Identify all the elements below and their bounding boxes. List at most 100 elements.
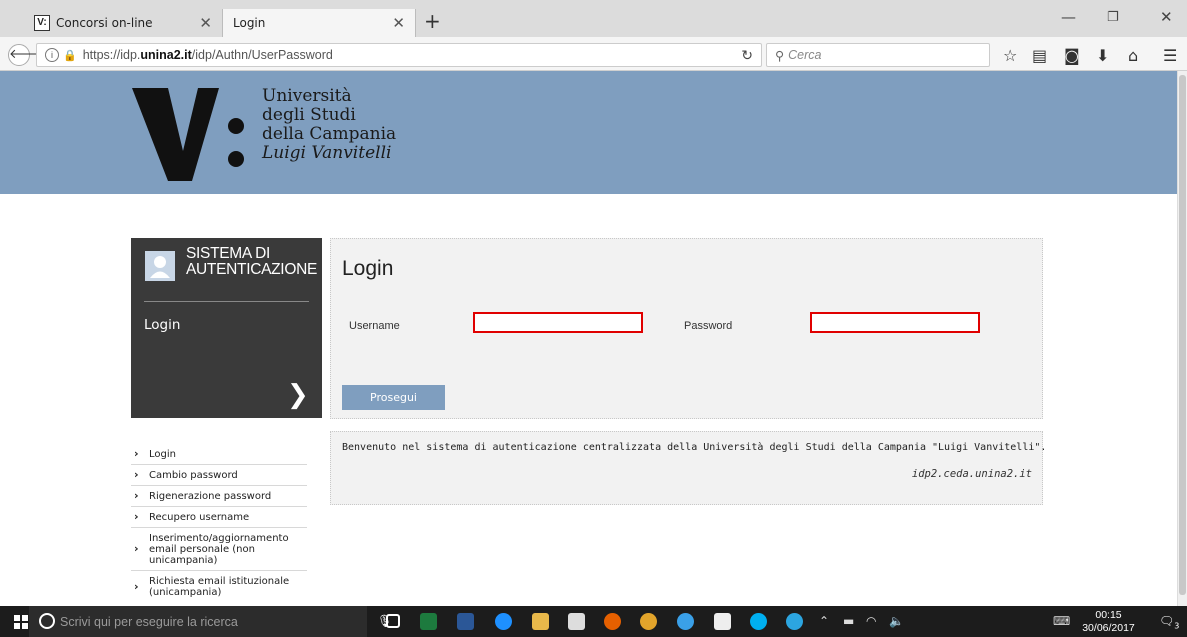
university-header: Università degli Studi della Campania Lu… bbox=[0, 71, 1177, 194]
chrome-icon[interactable] bbox=[640, 613, 657, 630]
logo-line: della Campania bbox=[262, 124, 397, 144]
restore-icon[interactable]: ❐ bbox=[1107, 10, 1119, 25]
chevron-right-icon: › bbox=[134, 579, 139, 593]
user-icon bbox=[145, 251, 175, 281]
address-bar[interactable]: i 🔒 https://idp. unina2.it/idp/Authn/User… bbox=[36, 43, 762, 67]
url-path: /idp/Authn/UserPassword bbox=[191, 48, 333, 62]
university-name: Università degli Studi della Campania Lu… bbox=[262, 87, 396, 163]
notification-center-icon[interactable]: 🗨3 bbox=[1159, 614, 1179, 630]
notification-count: 3 bbox=[1174, 621, 1180, 631]
logo-line: Luigi Vanvitelli bbox=[262, 143, 392, 163]
menu-icon[interactable]: ☰ bbox=[1163, 46, 1177, 65]
menu-label: Inserimento/aggiornamento email personal… bbox=[149, 533, 289, 566]
url-prefix: https://idp. bbox=[82, 48, 141, 62]
sidebar-item-login[interactable]: › Login bbox=[131, 444, 307, 465]
password-label: Password bbox=[684, 320, 733, 332]
home-icon[interactable]: ⌂ bbox=[1128, 46, 1138, 65]
clock-date: 30/06/2017 bbox=[1082, 622, 1135, 634]
bookmark-star-icon[interactable]: ☆ bbox=[1003, 46, 1017, 65]
mail-icon[interactable] bbox=[714, 613, 731, 630]
close-tab-icon[interactable]: ✕ bbox=[392, 14, 405, 32]
task-view-icon[interactable] bbox=[386, 614, 400, 628]
system-clock[interactable]: 00:15 30/06/2017 bbox=[1081, 609, 1136, 635]
username-label: Username bbox=[349, 320, 400, 332]
lock-icon: 🔒 bbox=[63, 49, 77, 62]
internet-explorer-icon[interactable] bbox=[677, 613, 694, 630]
menu-label: Rigenerazione password bbox=[149, 491, 272, 502]
university-logo-icon bbox=[132, 88, 244, 181]
skype-icon[interactable] bbox=[750, 613, 767, 630]
download-icon[interactable]: ⬇ bbox=[1096, 46, 1109, 65]
menu-label: Cambio password bbox=[149, 470, 238, 481]
chevron-right-icon[interactable]: ❯ bbox=[287, 380, 309, 410]
search-placeholder: Cerca bbox=[788, 48, 822, 62]
tab-label: Login bbox=[233, 16, 266, 30]
password-input[interactable] bbox=[810, 312, 980, 333]
telegram-icon[interactable] bbox=[786, 613, 803, 630]
chevron-right-icon: › bbox=[134, 541, 139, 555]
chevron-up-icon[interactable]: ⌃ bbox=[819, 614, 829, 628]
file-explorer-icon[interactable] bbox=[532, 613, 549, 630]
minimize-icon[interactable]: — bbox=[1061, 8, 1076, 26]
welcome-box: Benvenuto nel sistema di autenticazione … bbox=[330, 431, 1046, 505]
login-title: Login bbox=[342, 257, 394, 280]
menu-label: Richiesta email istituzionale (unicampan… bbox=[149, 576, 290, 598]
menu-label: Recupero username bbox=[149, 512, 250, 523]
tab-concorsi[interactable]: V: Concorsi on-line ✕ bbox=[26, 9, 222, 37]
menu-label: Login bbox=[149, 449, 176, 460]
firefox-icon[interactable] bbox=[604, 613, 621, 630]
excel-icon[interactable] bbox=[420, 613, 437, 630]
sidebar-item-email-istituzionale[interactable]: › Richiesta email istituzionale (unicampa… bbox=[131, 571, 307, 602]
logo-line: Università bbox=[262, 86, 352, 106]
back-button[interactable]: 🡐 bbox=[8, 44, 44, 66]
word-icon[interactable] bbox=[457, 613, 474, 630]
keyboard-icon[interactable]: ⌨ bbox=[1053, 614, 1070, 628]
vertical-scrollbar[interactable] bbox=[1177, 71, 1187, 606]
tab-login[interactable]: Login ✕ bbox=[222, 9, 416, 37]
sidebar-item-rigenerazione-password[interactable]: › Rigenerazione password bbox=[131, 486, 307, 507]
panel-title: SISTEMA DI AUTENTICAZIONE bbox=[186, 246, 317, 278]
taskbar-search-placeholder: Scrivi qui per eseguire la ricerca bbox=[60, 614, 238, 629]
username-input[interactable] bbox=[473, 312, 643, 333]
panel-title-line: AUTENTICAZIONE bbox=[186, 261, 318, 278]
wifi-icon[interactable]: ◠ bbox=[866, 614, 876, 628]
battery-icon[interactable]: ▬ bbox=[843, 614, 854, 628]
current-page-label: Login bbox=[144, 317, 181, 333]
taskbar-search[interactable]: Scrivi qui per eseguire la ricerca bbox=[29, 606, 367, 637]
panel-title-line: SISTEMA DI bbox=[186, 245, 270, 262]
reading-list-icon[interactable]: ▤ bbox=[1032, 46, 1047, 65]
reload-icon[interactable]: ↻ bbox=[741, 47, 753, 64]
store-icon[interactable] bbox=[568, 613, 585, 630]
sidebar-menu: › Login › Cambio password › Rigenerazione p… bbox=[131, 444, 307, 602]
cortana-icon bbox=[39, 613, 55, 629]
chevron-right-icon: › bbox=[134, 488, 139, 502]
volume-icon[interactable]: 🔈 bbox=[889, 614, 904, 628]
page-content: Università degli Studi della Campania Lu… bbox=[0, 71, 1177, 606]
prosegui-button[interactable]: Prosegui bbox=[342, 385, 445, 410]
chevron-right-icon: › bbox=[134, 467, 139, 481]
search-bar[interactable]: ⚲ Cerca bbox=[766, 43, 990, 67]
url-domain: unina2.it bbox=[140, 48, 192, 62]
chevron-right-icon: › bbox=[134, 446, 139, 460]
sidebar-item-cambio-password[interactable]: › Cambio password bbox=[131, 465, 307, 486]
chevron-right-icon: › bbox=[134, 509, 139, 523]
windows-start-icon[interactable] bbox=[14, 615, 28, 629]
clock-time: 00:15 bbox=[1095, 609, 1122, 621]
site-info-icon[interactable]: i bbox=[45, 48, 59, 62]
tab-bar: V: Concorsi on-line ✕ Login ✕ + — ❐ ✕ bbox=[0, 0, 1187, 37]
navigation-bar: 🡐 i 🔒 https://idp. unina2.it/idp/Authn/Us… bbox=[0, 37, 1187, 71]
auth-system-panel: SISTEMA DI AUTENTICAZIONE Login ❯ bbox=[131, 238, 322, 418]
univ-favicon-icon: V: bbox=[34, 15, 50, 31]
login-form: Login Username Password Prosegui bbox=[330, 238, 1043, 419]
close-tab-icon[interactable]: ✕ bbox=[199, 14, 212, 32]
new-tab-button[interactable]: + bbox=[424, 11, 441, 31]
edge-icon[interactable] bbox=[495, 613, 512, 630]
pocket-icon[interactable]: ◙ bbox=[1064, 46, 1080, 65]
sidebar-item-recupero-username[interactable]: › Recupero username bbox=[131, 507, 307, 528]
sidebar-item-email-personale[interactable]: › Inserimento/aggiornamento email persona… bbox=[131, 528, 307, 571]
search-icon: ⚲ bbox=[775, 48, 785, 63]
windows-taskbar: Scrivi qui per eseguire la ricerca 🎙 ⌃ ▬… bbox=[0, 606, 1187, 637]
tab-label: Concorsi on-line bbox=[56, 16, 153, 30]
scrollbar-thumb[interactable] bbox=[1179, 75, 1186, 595]
close-window-icon[interactable]: ✕ bbox=[1160, 8, 1173, 26]
